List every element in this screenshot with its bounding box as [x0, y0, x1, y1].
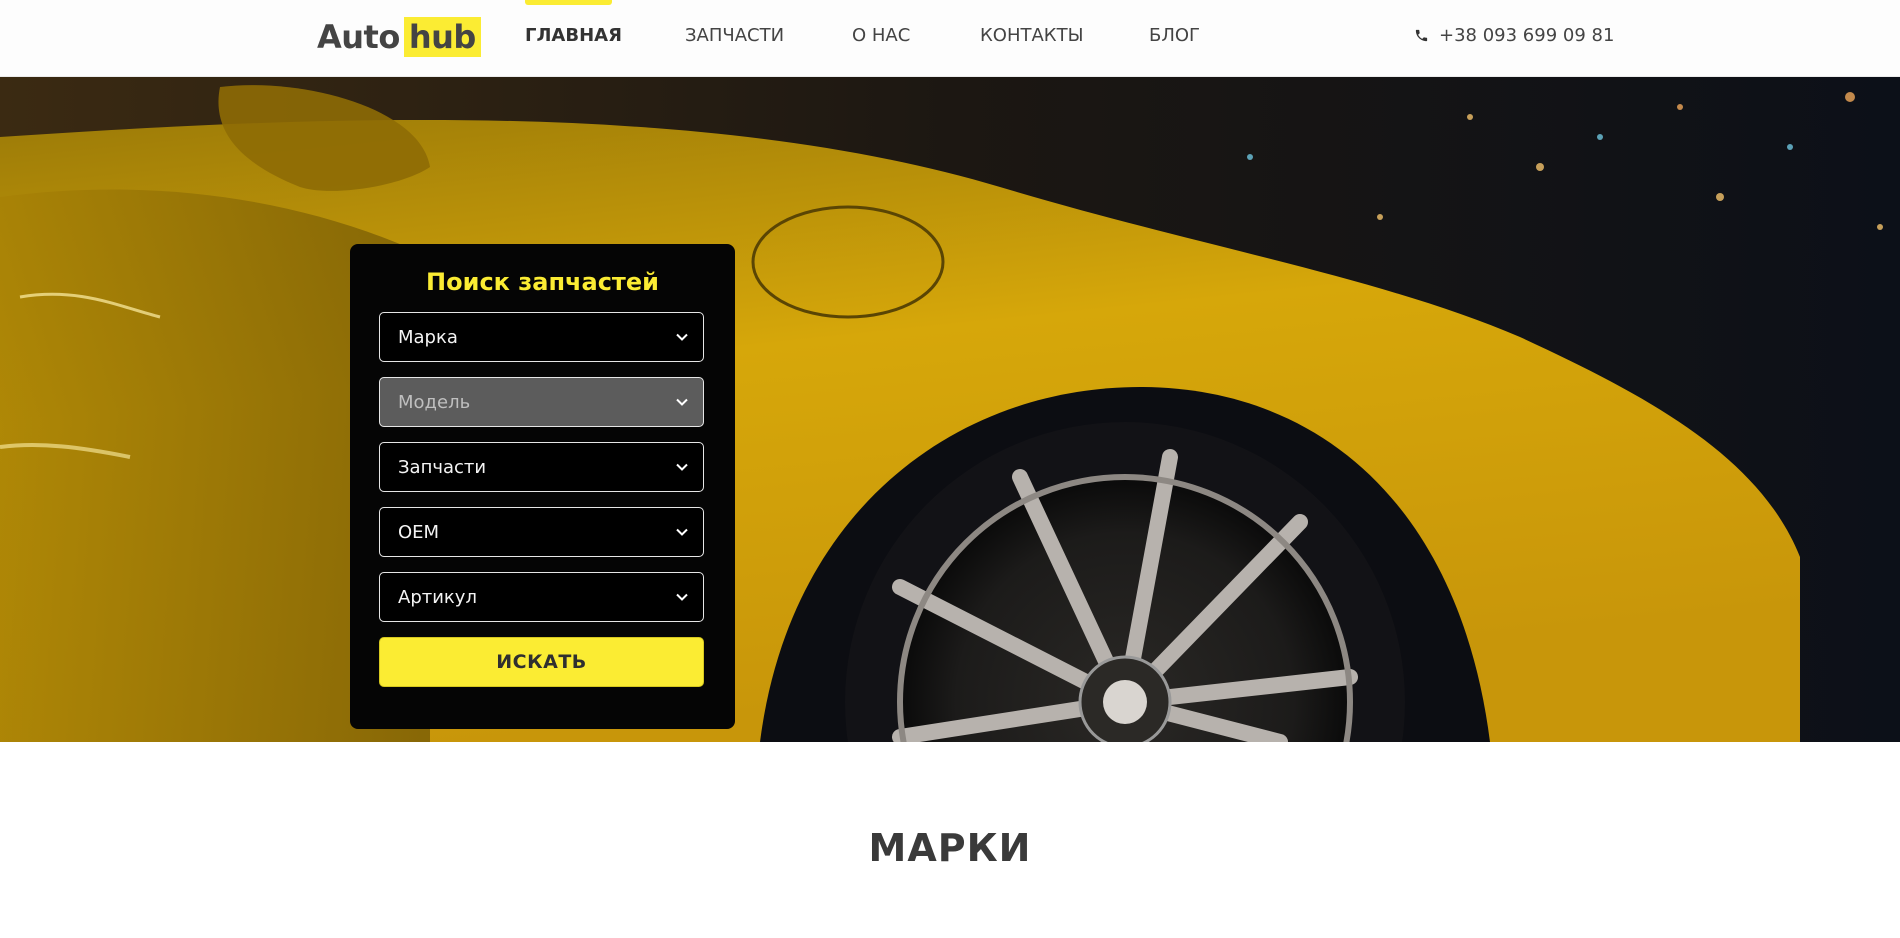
- model-select-value: Модель: [398, 391, 471, 413]
- nav-item-contacts[interactable]: КОНТАКТЫ: [980, 25, 1083, 46]
- phone-icon: [1415, 29, 1428, 42]
- nav-item-blog[interactable]: БЛОГ: [1149, 25, 1200, 46]
- site-header: Auto hub ГЛАВНАЯ ЗАПЧАСТИ О НАС КОНТАКТЫ…: [0, 0, 1900, 77]
- chevron-down-icon: [676, 463, 688, 471]
- model-select[interactable]: Модель: [379, 377, 704, 427]
- logo-hub-text: hub: [403, 17, 481, 57]
- logo-auto-text: Auto: [317, 18, 400, 56]
- header-phone[interactable]: +38 093 699 09 81: [1414, 25, 1614, 46]
- brands-section-title: МАРКИ: [868, 826, 1032, 870]
- search-button[interactable]: ИСКАТЬ: [379, 637, 704, 687]
- nav-item-parts[interactable]: ЗАПЧАСТИ: [685, 25, 784, 46]
- nav-item-about[interactable]: О НАС: [852, 25, 910, 46]
- oem-select-value: OEM: [398, 521, 440, 543]
- parts-search-panel: Поиск запчастей Марка Модель Запчасти OE…: [350, 244, 735, 729]
- nav-item-home[interactable]: ГЛАВНАЯ: [525, 25, 622, 46]
- phone-number: +38 093 699 09 81: [1439, 25, 1615, 46]
- article-select[interactable]: Артикул: [379, 572, 704, 622]
- logo[interactable]: Auto hub: [317, 17, 481, 57]
- hero-banner: Поиск запчастей Марка Модель Запчасти OE…: [0, 77, 1900, 742]
- search-title: Поиск запчастей: [426, 268, 659, 296]
- parts-select-value: Запчасти: [398, 456, 487, 478]
- nav-active-indicator: [525, 0, 612, 5]
- parts-select[interactable]: Запчасти: [379, 442, 704, 492]
- oem-select[interactable]: OEM: [379, 507, 704, 557]
- chevron-down-icon: [676, 528, 688, 536]
- chevron-down-icon: [676, 593, 688, 601]
- hero-car-image: [0, 77, 1900, 742]
- chevron-down-icon: [676, 398, 688, 406]
- brand-select[interactable]: Марка: [379, 312, 704, 362]
- article-select-value: Артикул: [398, 586, 477, 608]
- brand-select-value: Марка: [398, 326, 458, 348]
- chevron-down-icon: [676, 333, 688, 341]
